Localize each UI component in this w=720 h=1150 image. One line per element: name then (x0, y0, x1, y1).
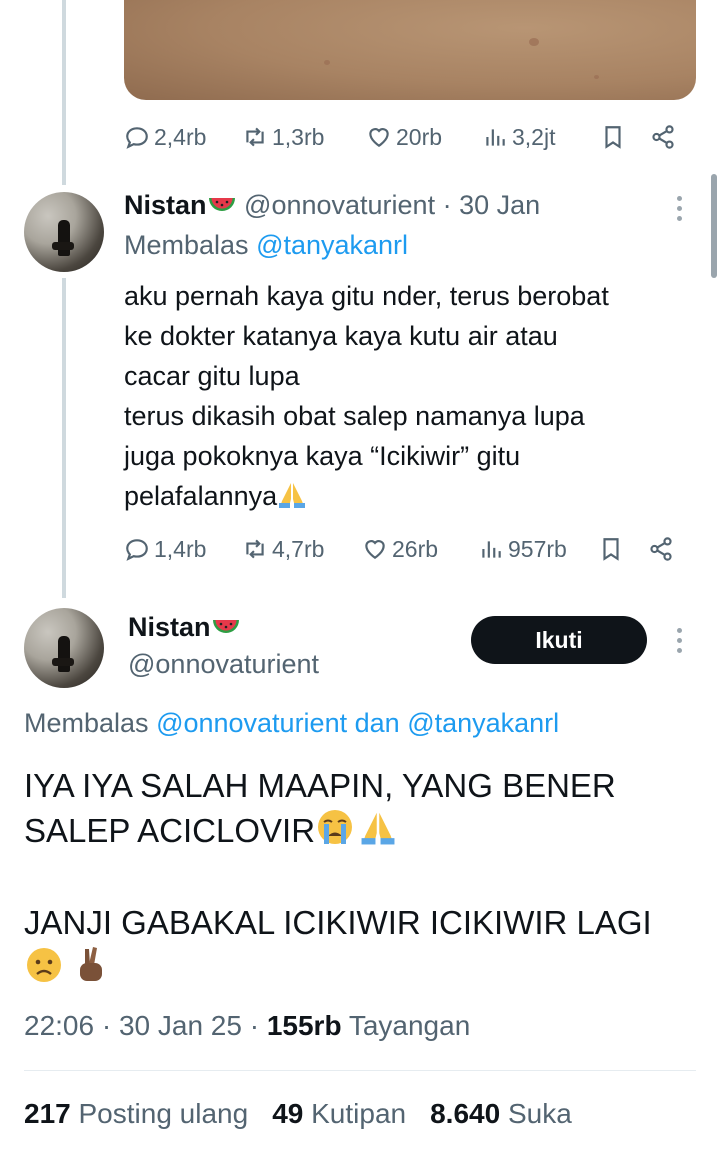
reply-count: 2,4rb (154, 123, 207, 150)
crossed-fingers-emoji (73, 945, 107, 996)
like-icon (369, 128, 389, 147)
reply-button[interactable]: 2,4rb (124, 124, 242, 151)
tweet3-meta: 22:06 · 30 Jan 25 · 155rb Tayangan (24, 1010, 470, 1042)
scrollbar[interactable] (711, 174, 717, 278)
emoji-line (24, 945, 704, 989)
engagement-stats: 217 Posting ulang 49 Kutipan 8.640 Suka (24, 1098, 572, 1130)
tweet2-header: Nistan @onnovaturient · 30 Jan (124, 190, 540, 225)
bookmark-button[interactable] (600, 124, 650, 150)
share-icon (652, 125, 674, 149)
likes-label: Suka (507, 1098, 572, 1129)
share-button[interactable] (650, 124, 676, 150)
views-button[interactable]: 3,2jt (482, 124, 600, 151)
worried-face-emoji (24, 945, 64, 996)
likes-count: 8.640 (430, 1098, 501, 1129)
text-line: IYA IYA SALAH MAAPIN, YANG BENER (24, 767, 616, 804)
more-icon[interactable] (677, 628, 683, 653)
likes-stat[interactable]: 8.640 Suka (430, 1098, 572, 1130)
text-line: juga pokoknya kaya “Icikiwir” gitu (124, 441, 521, 471)
views-count: 155rb (266, 1010, 342, 1041)
bookmark-icon (605, 126, 621, 149)
quotes-label: Kutipan (311, 1098, 407, 1129)
repost-icon (246, 127, 264, 147)
like-button[interactable]: 26rb (362, 536, 478, 563)
text-line-with-emoji: SALEP ACICLOVIR (24, 808, 704, 857)
replying-handle[interactable]: @onnovaturient (156, 708, 347, 738)
display-name[interactable]: Nistan (128, 612, 211, 642)
replying-prefix: Membalas (24, 708, 149, 738)
reply-icon (126, 539, 148, 561)
repost-button[interactable]: 4,7rb (242, 536, 362, 563)
tweet3-text: IYA IYA SALAH MAAPIN, YANG BENER SALEP A… (24, 764, 704, 989)
reply-icon (126, 127, 148, 149)
avatar[interactable] (24, 192, 104, 272)
tweet2-action-bar: 1,4rb 4,7rb 26rb 957rb (124, 529, 684, 569)
views-count: 3,2jt (512, 123, 556, 150)
watermelon-emoji (211, 614, 241, 645)
timestamp[interactable]: 22:06 · 30 Jan 25 · (24, 1010, 259, 1041)
replying-to: Membalas @tanyakanrl (124, 230, 408, 261)
reply-count: 1,4rb (154, 535, 207, 562)
reposts-stat[interactable]: 217 Posting ulang (24, 1098, 248, 1130)
views-count: 957rb (508, 535, 567, 562)
like-count: 26rb (392, 535, 439, 562)
text-line: pelafalannya (124, 481, 278, 511)
repost-count: 4,7rb (272, 535, 325, 562)
bookmark-icon (603, 538, 619, 561)
repost-icon (246, 539, 264, 559)
reply-button[interactable]: 1,4rb (124, 536, 242, 563)
text-line: JANJI GABAKAL ICIKIWIR ICIKIWIR LAGI (24, 904, 652, 941)
like-icon (365, 540, 385, 559)
views-label: Tayangan (348, 1010, 471, 1041)
reposts-label: Posting ulang (78, 1098, 249, 1129)
thread-line-middle (62, 278, 66, 598)
reposts-count: 217 (24, 1098, 71, 1129)
divider (24, 1070, 696, 1071)
replying-and: dan (354, 708, 400, 738)
tweet-media-image[interactable] (124, 0, 696, 100)
more-icon[interactable] (677, 196, 683, 221)
views-icon (482, 541, 501, 558)
tweet3-author: Nistan @onnovaturient (128, 612, 319, 680)
tweet2-text: aku pernah kaya gitu nder, terus berobat… (124, 276, 694, 520)
text-line: cacar gitu lupa (124, 361, 300, 391)
bookmark-button[interactable] (598, 536, 648, 562)
share-button[interactable] (648, 536, 674, 562)
replying-handle[interactable]: @tanyakanrl (256, 230, 408, 260)
repost-count: 1,3rb (272, 123, 325, 150)
quotes-stat[interactable]: 49 Kutipan (272, 1098, 406, 1130)
thread-line-top (62, 0, 66, 185)
like-button[interactable]: 20rb (366, 124, 482, 151)
display-name[interactable]: Nistan (124, 190, 207, 220)
text-line: SALEP ACICLOVIR (24, 812, 316, 849)
text-line: terus dikasih obat salep namanya lupa (124, 401, 585, 431)
views-icon (486, 129, 505, 146)
like-count: 20rb (396, 123, 443, 150)
replying-to: Membalas @onnovaturient dan @tanyakanrl (24, 708, 559, 739)
views-button[interactable]: 957rb (478, 536, 598, 563)
handle[interactable]: @onnovaturient (128, 649, 319, 680)
quotes-count: 49 (272, 1098, 304, 1129)
handle-date[interactable]: @onnovaturient · 30 Jan (244, 190, 540, 220)
avatar[interactable] (24, 608, 104, 688)
text-line-with-emoji: pelafalannya (124, 476, 694, 520)
follow-button[interactable]: Ikuti (471, 616, 647, 664)
share-icon (650, 537, 672, 561)
crying-face-emoji (315, 808, 355, 857)
tweet1-action-bar: 2,4rb 1,3rb 20rb 3,2jt (124, 117, 684, 157)
repost-button[interactable]: 1,3rb (242, 124, 366, 151)
text-line: aku pernah kaya gitu nder, terus berobat (124, 281, 609, 311)
replying-prefix: Membalas (124, 230, 249, 260)
replying-handle[interactable]: @tanyakanrl (407, 708, 559, 738)
watermelon-emoji (207, 192, 237, 225)
text-line: ke dokter katanya kaya kutu air atau (124, 321, 558, 351)
praying-hands-emoji (277, 480, 307, 520)
praying-hands-emoji (359, 810, 397, 857)
